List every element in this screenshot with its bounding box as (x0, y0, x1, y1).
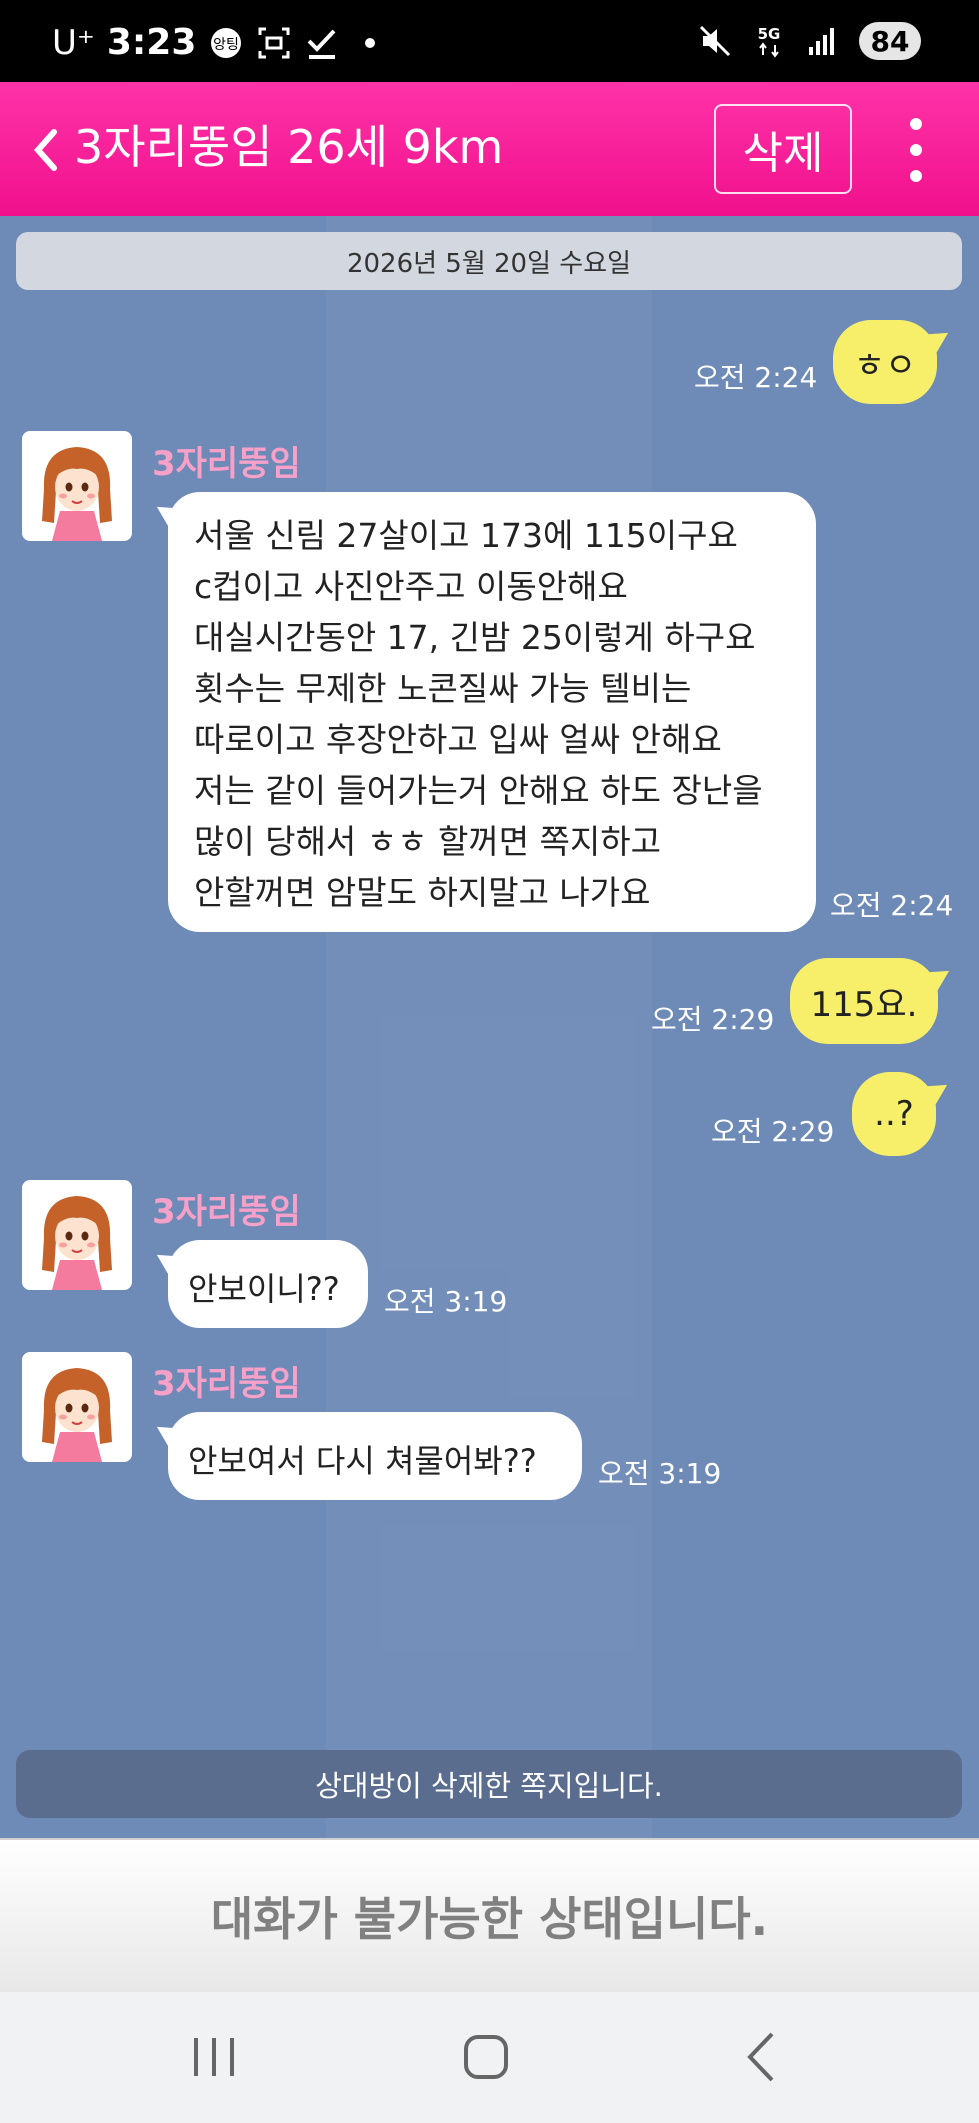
status-time: 3:23 (106, 22, 197, 63)
status-bar: U⁺ 3:23 앙팅 5G 84 (0, 0, 979, 82)
outgoing-message[interactable]: ..? (852, 1072, 936, 1156)
chat-disabled-text: 대화가 불가능한 상태입니다. (210, 1892, 769, 1946)
more-options-icon[interactable] (898, 110, 934, 190)
delete-button[interactable]: 삭제 (714, 104, 852, 194)
sender-name: 3자리뚱임 (152, 1364, 301, 1404)
avatar-girl-icon (42, 1196, 112, 1290)
5g-icon: 5G (758, 25, 781, 58)
check-icon (307, 29, 336, 59)
chat-disabled-banner: 대화가 불가능한 상태입니다. (0, 1838, 979, 1992)
avatar-girl-icon (42, 1368, 112, 1462)
chat-header: 3자리뚱임 26세 9km 삭제 (0, 82, 979, 216)
sender-name: 3자리뚱임 (152, 1192, 301, 1232)
svg-text:5G: 5G (758, 25, 781, 43)
incoming-message[interactable]: 안보여서 다시 쳐물어봐?? (168, 1412, 582, 1500)
background-stripe (326, 216, 652, 1838)
sender-name: 3자리뚱임 (152, 444, 301, 484)
avatar[interactable] (22, 431, 132, 541)
deleted-notice: 상대방이 삭제한 쪽지입니다. (16, 1750, 962, 1818)
recent-apps-icon[interactable] (174, 2022, 254, 2092)
system-nav-bar (0, 1992, 979, 2123)
mute-icon (699, 25, 731, 57)
outgoing-message[interactable]: ㅎㅇ (833, 320, 937, 404)
back-arrow-icon[interactable] (26, 120, 66, 180)
date-divider: 2026년 5월 20일 수요일 (16, 232, 962, 290)
message-time: 오전 2:24 (694, 361, 818, 394)
chat-area[interactable]: 2026년 5월 20일 수요일 오전 2:24 ㅎㅇ 3자리뚱임 서울 신림 … (0, 216, 979, 1838)
talk-icon: 앙팅 (211, 27, 242, 58)
message-time: 오전 2:29 (651, 1003, 775, 1036)
incoming-message[interactable]: 안보이니?? (168, 1240, 368, 1328)
message-time: 오전 2:24 (830, 889, 954, 922)
svg-text:앙팅: 앙팅 (214, 37, 240, 53)
signal-icon (809, 28, 834, 55)
outgoing-message[interactable]: 115요. (790, 958, 938, 1044)
screenshot-icon (258, 27, 290, 58)
battery-indicator: 84 (859, 22, 921, 60)
carrier-label: U⁺ (52, 22, 95, 63)
avatar[interactable] (22, 1352, 132, 1462)
message-time: 오전 2:29 (711, 1115, 835, 1148)
avatar[interactable] (22, 1180, 132, 1290)
chat-title: 3자리뚱임 26세 9km (74, 120, 504, 174)
message-time: 오전 3:19 (598, 1457, 722, 1490)
back-icon[interactable] (722, 2022, 802, 2092)
home-icon[interactable] (446, 2022, 526, 2092)
avatar-girl-icon (42, 447, 112, 541)
incoming-message[interactable]: 서울 신림 27살이고 173에 115이구요 c컵이고 사진안주고 이동안해요… (168, 492, 816, 932)
dot-icon (365, 37, 376, 48)
message-time: 오전 3:19 (384, 1285, 508, 1318)
